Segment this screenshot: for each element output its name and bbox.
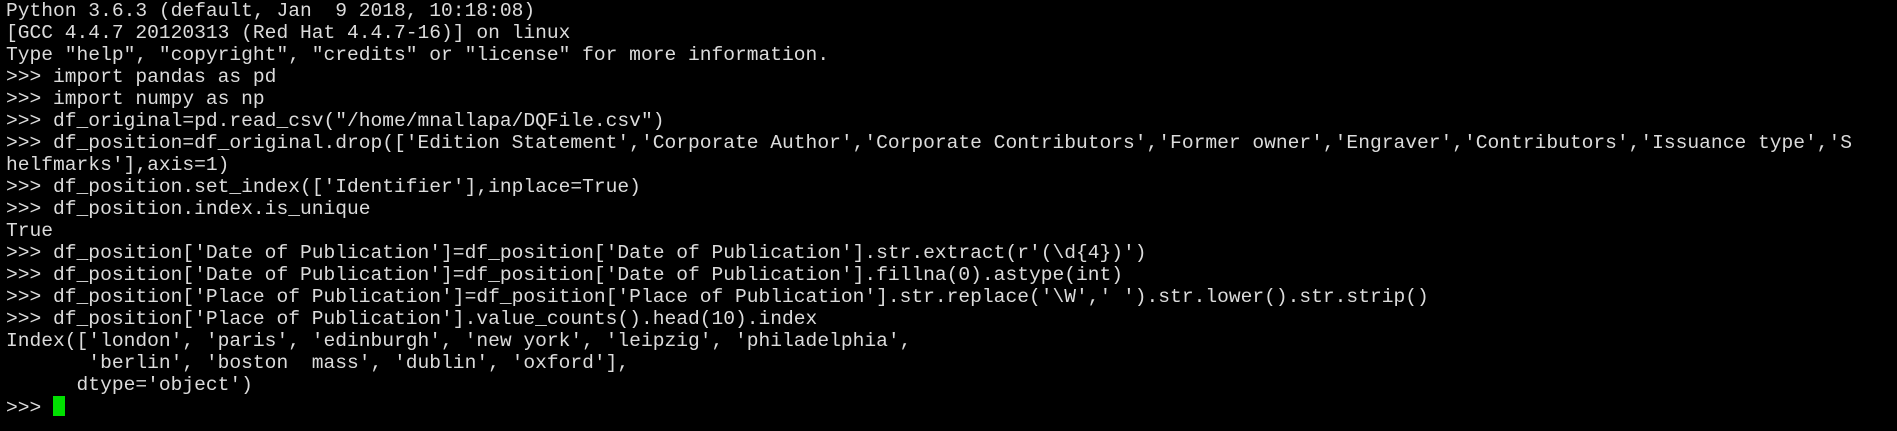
terminal-line: Index(['london', 'paris', 'edinburgh', '… bbox=[6, 330, 912, 352]
terminal-line: True bbox=[6, 220, 54, 242]
prompt-line[interactable]: >>> bbox=[6, 396, 1897, 419]
terminal-line: 'berlin', 'boston mass', 'dublin', 'oxfo… bbox=[6, 352, 630, 374]
terminal-line: >>> df_position['Date of Publication']=d… bbox=[6, 242, 1147, 264]
terminal-line: >>> df_original=pd.read_csv("/home/mnall… bbox=[6, 110, 665, 132]
terminal-line: >>> import numpy as np bbox=[6, 88, 265, 110]
terminal-line: >>> import pandas as pd bbox=[6, 66, 277, 88]
terminal-line: >>> df_position=df_original.drop(['Editi… bbox=[6, 132, 1853, 154]
terminal-line: [GCC 4.4.7 20120313 (Red Hat 4.4.7-16)] … bbox=[6, 22, 571, 44]
cursor bbox=[53, 396, 66, 416]
terminal-line: >>> df_position['Place of Publication']=… bbox=[6, 286, 1429, 308]
prompt: >>> bbox=[6, 397, 54, 419]
terminal-line: >>> df_position.index.is_unique bbox=[6, 198, 371, 220]
terminal-window[interactable]: Python 3.6.3 (default, Jan 9 2018, 10:18… bbox=[0, 0, 1897, 431]
terminal-line: dtype='object') bbox=[6, 374, 253, 396]
terminal-line: Python 3.6.3 (default, Jan 9 2018, 10:18… bbox=[6, 0, 536, 22]
terminal-line: >>> df_position['Date of Publication']=d… bbox=[6, 264, 1124, 286]
terminal-line: >>> df_position['Place of Publication'].… bbox=[6, 308, 818, 330]
terminal-line: Type "help", "copyright", "credits" or "… bbox=[6, 44, 830, 66]
terminal-line: >>> df_position.set_index(['Identifier']… bbox=[6, 176, 641, 198]
terminal-line: helfmarks'],axis=1) bbox=[6, 154, 230, 176]
